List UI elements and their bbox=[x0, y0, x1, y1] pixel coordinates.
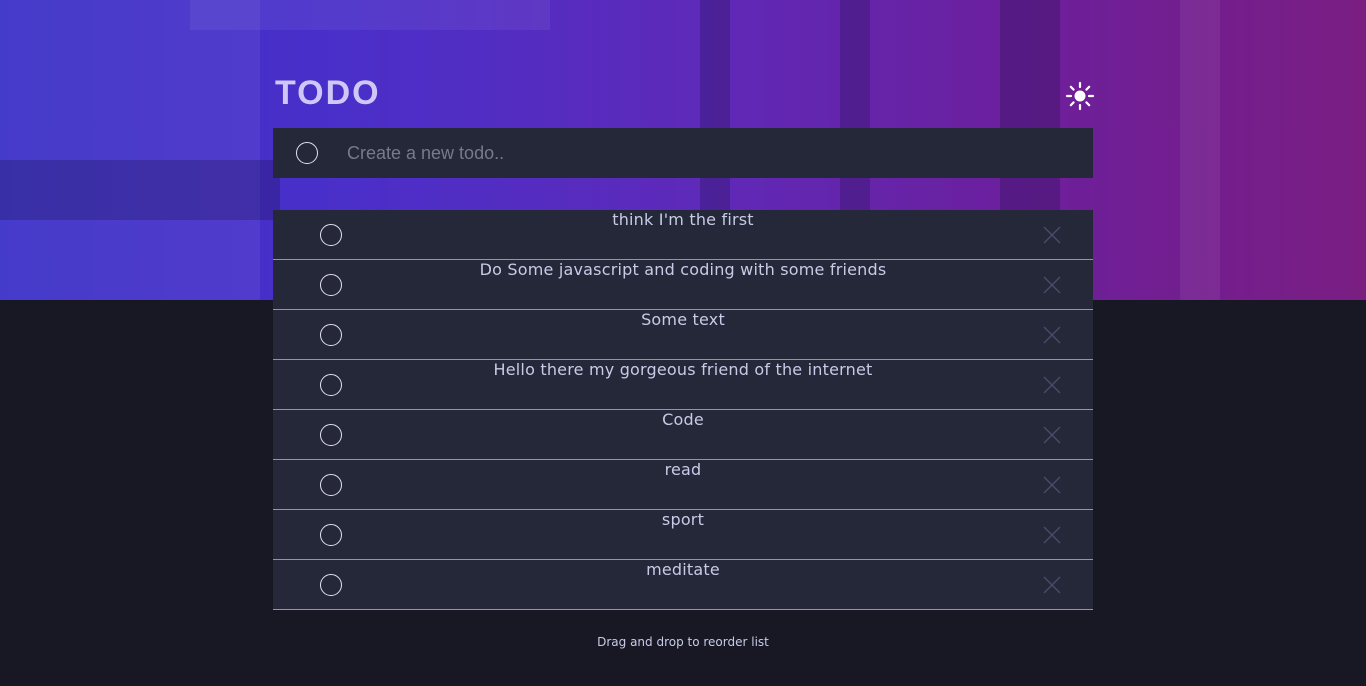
todo-item[interactable]: sport bbox=[273, 510, 1093, 560]
delete-icon[interactable] bbox=[1041, 524, 1063, 546]
new-todo-input[interactable] bbox=[347, 138, 1047, 168]
new-todo-bar bbox=[273, 128, 1093, 178]
todo-item[interactable]: read bbox=[273, 460, 1093, 510]
delete-icon[interactable] bbox=[1041, 274, 1063, 296]
delete-icon[interactable] bbox=[1041, 474, 1063, 496]
todo-text: think I'm the first bbox=[612, 210, 754, 229]
sun-icon bbox=[1065, 81, 1095, 111]
delete-icon[interactable] bbox=[1041, 324, 1063, 346]
app-title: TODO bbox=[275, 74, 381, 112]
todo-item[interactable]: think I'm the first bbox=[273, 210, 1093, 260]
todo-item[interactable]: Some text bbox=[273, 310, 1093, 360]
todo-item[interactable]: Code bbox=[273, 410, 1093, 460]
todo-text: sport bbox=[661, 510, 705, 529]
delete-icon[interactable] bbox=[1041, 224, 1063, 246]
todo-item[interactable]: Hello there my gorgeous friend of the in… bbox=[273, 360, 1093, 410]
todo-item[interactable]: Do Some javascript and coding with some … bbox=[273, 260, 1093, 310]
new-todo-check-circle[interactable] bbox=[296, 142, 318, 164]
todo-text: Hello there my gorgeous friend of the in… bbox=[493, 360, 873, 379]
reorder-hint: Drag and drop to reorder list bbox=[597, 635, 769, 649]
todo-text: Code bbox=[662, 410, 704, 429]
todo-text: Some text bbox=[641, 310, 725, 329]
todo-text: read bbox=[664, 460, 702, 479]
delete-icon[interactable] bbox=[1041, 424, 1063, 446]
theme-toggle-button[interactable] bbox=[1064, 80, 1096, 112]
todo-text: meditate bbox=[646, 560, 720, 579]
todo-text: Do Some javascript and coding with some … bbox=[479, 260, 887, 279]
delete-icon[interactable] bbox=[1041, 374, 1063, 396]
delete-icon[interactable] bbox=[1041, 574, 1063, 596]
todo-item[interactable]: meditate bbox=[273, 560, 1093, 610]
todo-list: think I'm the first Do Some javascript a… bbox=[273, 210, 1093, 610]
